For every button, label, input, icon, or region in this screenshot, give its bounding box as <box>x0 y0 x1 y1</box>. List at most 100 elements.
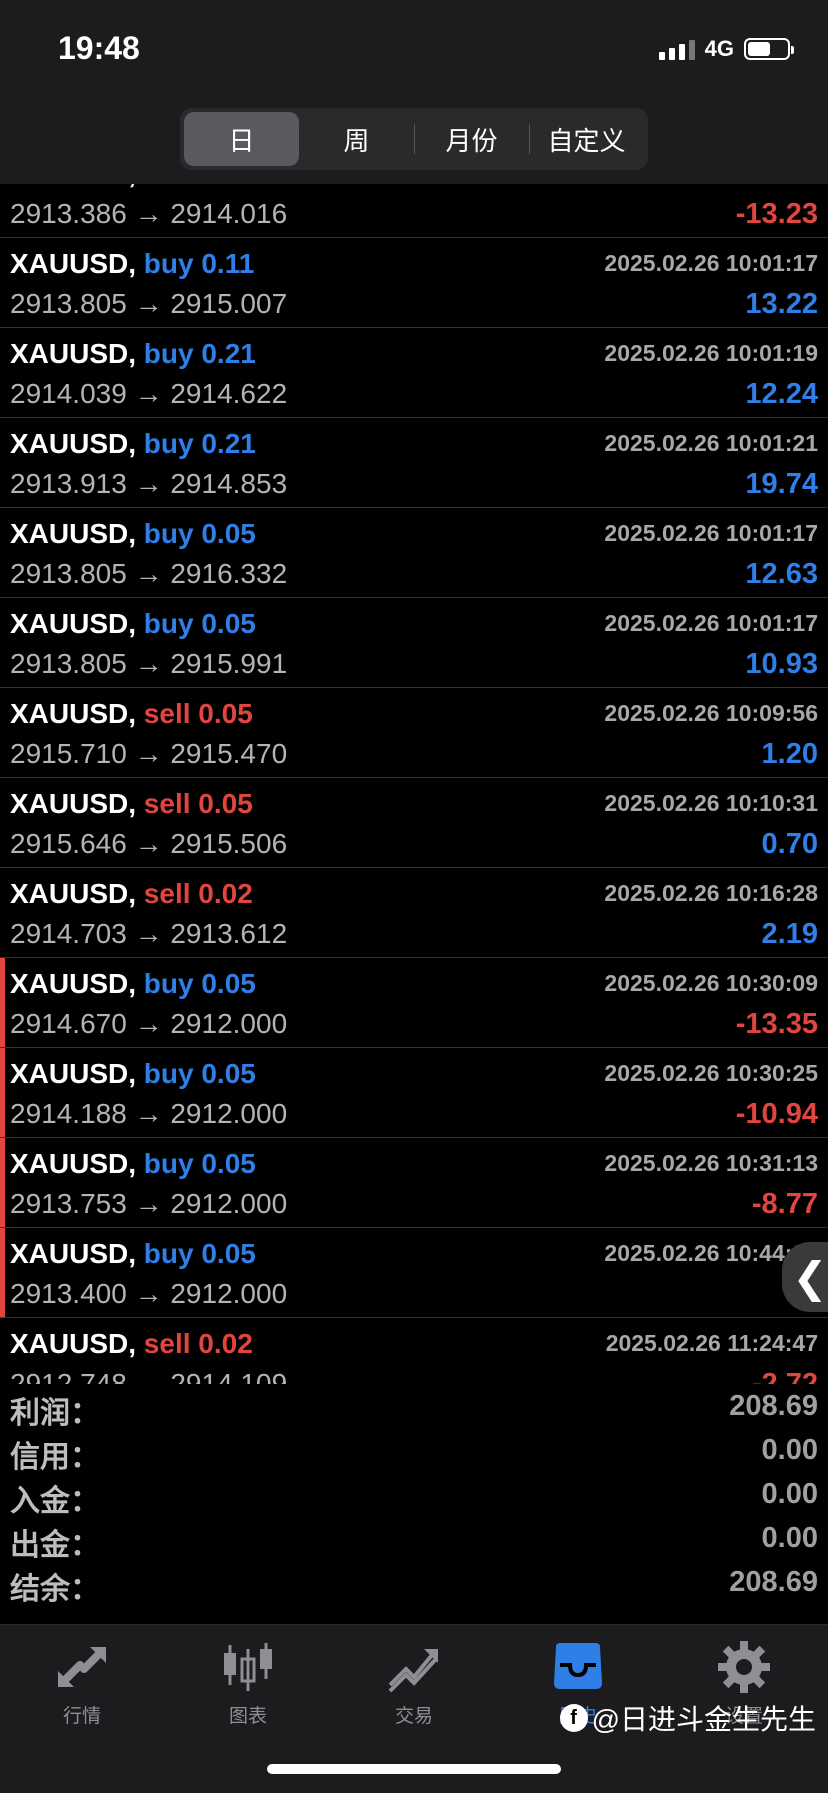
summary-label: 结余： <box>10 1573 100 1606</box>
symbol-name: XAUUSD, <box>10 968 137 999</box>
trade-row[interactable]: XAUUSD, buy 0.05 2025.02.26 10:01:17 2913.… <box>0 598 828 688</box>
close-price: 2912.000 <box>170 1278 288 1309</box>
trade-row[interactable]: XAUUSD, sell 0.05 2025.02.26 10:09:56 2915… <box>0 688 828 778</box>
trade-symbol: XAUUSD, sell 0.05 <box>10 698 253 730</box>
trade-row[interactable]: XAUUSD, buy 0.05 2025.02.26 10:30:25 2914.… <box>0 1048 828 1138</box>
trade-symbol: XAUUSD, sell 0.02 <box>10 878 253 910</box>
close-price: 2915.991 <box>170 648 288 679</box>
trade-row[interactable]: XAUUSD, buy 0.05 2025.02.26 10:44:27 2913.… <box>0 1228 828 1318</box>
segment-week[interactable]: 周 <box>299 112 414 166</box>
trade-profit: 13.22 <box>745 288 818 320</box>
trade-profit: -2.72 <box>751 1368 818 1384</box>
symbol-name: XAUUSD, <box>10 1058 137 1089</box>
open-price: 2912.748 <box>10 1368 127 1384</box>
summary-label: 入金： <box>10 1485 100 1518</box>
platform-logo-icon: f <box>559 1704 588 1732</box>
tab-label: 行情 <box>62 1706 101 1727</box>
close-price: 2915.470 <box>170 738 288 769</box>
summary-value: 208.69 <box>729 1390 818 1422</box>
trade-row[interactable]: XAUUSD, sell 0.02 2025.02.26 11:24:47 2912… <box>0 1318 828 1384</box>
close-price: 2912.000 <box>170 1098 288 1129</box>
trade-row[interactable]: XAUUSD, buy 0.05 2025.02.26 10:31:13 2913.… <box>0 1138 828 1228</box>
summary-value: 0.00 <box>761 1434 818 1466</box>
trade-prices: 2913.386 → 2914.016 <box>10 198 287 230</box>
segment-day[interactable]: 日 <box>184 112 299 166</box>
side-panel-handle[interactable]: ❮ <box>782 1242 828 1312</box>
summary-row-profit: 利润： 208.69 <box>0 1384 828 1430</box>
trade-prices: 2913.400 → 2912.000 <box>10 1278 287 1310</box>
arrow-icon: → <box>134 1278 163 1309</box>
symbol-name: XAUUSD, <box>10 1148 137 1179</box>
tab-trade[interactable]: 交易 <box>354 1639 474 1739</box>
home-indicator[interactable] <box>267 1764 561 1774</box>
arrow-icon: → <box>134 738 163 769</box>
trade-row[interactable]: XAUUSD, buy 0.05 2025.02.26 10:30:09 2914.… <box>0 958 828 1048</box>
status-indicators: 4G <box>658 36 794 62</box>
trade-prices: 2913.753 → 2912.000 <box>10 1188 287 1220</box>
trade-time: 2025.02.26 10:01:17 <box>604 610 818 636</box>
tab-chart[interactable]: 图表 <box>188 1639 308 1739</box>
open-price: 2914.670 <box>10 1008 127 1039</box>
close-price: 2914.016 <box>170 198 288 229</box>
trade-prices: 2913.805 → 2915.007 <box>10 288 287 320</box>
tab-quotes[interactable]: 行情 <box>22 1639 142 1739</box>
summary-label: 信用： <box>10 1441 100 1474</box>
trade-prices: 2914.188 → 2912.000 <box>10 1098 287 1130</box>
close-price: 2914.853 <box>170 468 288 499</box>
symbol-name: XAUUSD, <box>10 428 137 459</box>
gear-icon <box>718 1641 770 1693</box>
period-segmented-control: 日 周 月份 自定义 <box>180 108 648 170</box>
trade-profit: -13.35 <box>735 1008 818 1040</box>
trade-profit: 2.19 <box>761 918 818 950</box>
arrow-icon: → <box>134 468 163 499</box>
history-inbox-icon <box>554 1643 602 1689</box>
trade-time: 2025.02.26 10:09:56 <box>604 700 818 726</box>
trade-symbol: XAUUSD, buy 0.21 <box>10 338 256 370</box>
arrow-icon: → <box>134 1188 163 1219</box>
cellular-signal-icon <box>658 38 695 60</box>
summary-label: 利润： <box>10 1397 100 1430</box>
trade-lot: 0.05 <box>198 788 253 819</box>
trade-symbol: XAUUSD, buy 0.05 <box>10 1148 256 1180</box>
open-price: 2914.039 <box>10 378 127 409</box>
trade-row[interactable]: XAUUSD, sell 0.05 2025.02.26 10:10:31 2915… <box>0 778 828 868</box>
symbol-name: XAUUSD, <box>10 878 137 909</box>
summary-value: 0.00 <box>761 1478 818 1510</box>
trade-profit: -10.94 <box>735 1098 818 1130</box>
trade-row[interactable]: XAUUSD, buy 0.21 2025.02.26 10:01:19 2914.… <box>0 328 828 418</box>
trade-row[interactable]: XAUUSD, 2913.386 → 2914.016 -13.23 <box>0 184 828 238</box>
trade-row[interactable]: XAUUSD, sell 0.02 2025.02.26 10:16:28 2914… <box>0 868 828 958</box>
trade-side: buy <box>143 608 194 639</box>
trade-side: buy <box>143 1238 194 1269</box>
trade-history-list[interactable]: XAUUSD, 2913.386 → 2914.016-13.23XAUUSD,… <box>0 184 828 1384</box>
trade-symbol: XAUUSD, buy 0.11 <box>10 248 254 280</box>
symbol-name: XAUUSD, <box>10 1328 137 1359</box>
symbol-name: XAUUSD, <box>10 518 137 549</box>
watermark-text: @日进斗金生先生 <box>591 1704 816 1735</box>
close-price: 2915.007 <box>170 288 288 319</box>
open-price: 2913.805 <box>10 648 127 679</box>
trade-prices: 2913.805 → 2916.332 <box>10 558 287 590</box>
trade-lot: 0.11 <box>201 248 255 279</box>
close-price: 2916.332 <box>170 558 288 589</box>
trade-lot: 0.02 <box>198 1328 253 1359</box>
trade-row[interactable]: XAUUSD, buy 0.21 2025.02.26 10:01:21 2913.… <box>0 418 828 508</box>
trade-lot: 0.05 <box>201 1058 256 1089</box>
trade-prices: 2914.039 → 2914.622 <box>10 378 287 410</box>
trade-symbol: XAUUSD, <box>10 184 136 190</box>
symbol-name: XAUUSD, <box>10 248 137 279</box>
arrow-icon: → <box>134 1098 163 1129</box>
status-time: 19:48 <box>58 30 140 66</box>
trade-row[interactable]: XAUUSD, buy 0.05 2025.02.26 10:01:17 2913.… <box>0 508 828 598</box>
trade-time: 2025.02.26 10:01:17 <box>604 520 818 546</box>
trade-trend-icon <box>388 1649 438 1693</box>
segment-month[interactable]: 月份 <box>414 112 529 166</box>
summary-row-balance: 结余： 208.69 <box>0 1560 828 1606</box>
trade-row[interactable]: XAUUSD, buy 0.11 2025.02.26 10:01:17 2913.… <box>0 238 828 328</box>
trade-lot: 0.05 <box>201 1148 256 1179</box>
trade-time: 2025.02.26 10:31:13 <box>604 1150 818 1176</box>
chevron-left-icon: ❮ <box>792 1253 828 1301</box>
open-price: 2914.703 <box>10 918 127 949</box>
trade-time: 2025.02.26 10:30:09 <box>604 970 818 996</box>
segment-custom[interactable]: 自定义 <box>529 112 644 166</box>
